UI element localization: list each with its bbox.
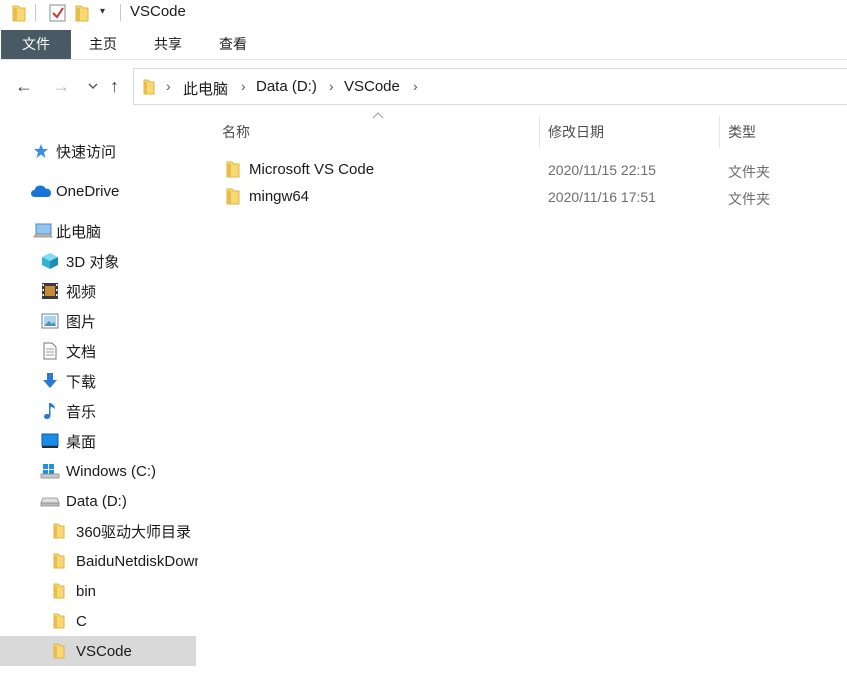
drive-icon: [40, 495, 60, 507]
cube-icon: [41, 252, 59, 270]
sidebar-item-label: VSCode: [76, 642, 132, 660]
forward-arrow-icon[interactable]: →: [52, 76, 70, 97]
desktop-icon: [41, 433, 59, 449]
breadcrumb-data-drive[interactable]: Data (D:): [256, 78, 317, 95]
customize-toolbar-dropdown-icon[interactable]: ▾: [100, 6, 105, 17]
new-folder-icon[interactable]: [75, 4, 89, 25]
breadcrumb-vscode[interactable]: VSCode: [344, 78, 400, 95]
folder-icon: [53, 583, 65, 599]
title-bar: ▾ VSCode: [0, 0, 847, 26]
back-arrow-icon[interactable]: ←: [15, 76, 33, 97]
file-type: 文件夹: [728, 191, 770, 207]
up-arrow-icon[interactable]: ↑: [110, 76, 119, 97]
sidebar-item-folder-c[interactable]: C: [0, 606, 198, 636]
sidebar-item-3d-objects[interactable]: 3D 对象: [0, 246, 198, 276]
column-header-date-modified[interactable]: 修改日期: [548, 116, 604, 148]
window-title: VSCode: [130, 3, 186, 20]
sidebar-item-folder-baidu[interactable]: BaiduNetdiskDownload: [0, 546, 198, 576]
sidebar-item-folder-vscode[interactable]: VSCode: [0, 636, 196, 666]
folder-icon: [53, 523, 65, 539]
file-name: Microsoft VS Code: [249, 161, 375, 178]
sidebar-item-downloads[interactable]: 下载: [0, 366, 198, 396]
sidebar-item-folder-360[interactable]: 360驱动大师目录: [0, 516, 198, 546]
windows-drive-icon: [40, 463, 60, 479]
column-header-name[interactable]: 名称: [222, 116, 250, 148]
tab-home[interactable]: 主页: [78, 30, 128, 59]
folder-icon[interactable]: [12, 4, 26, 25]
sort-ascending-icon: [372, 112, 384, 123]
file-date-modified: 2020/11/16 17:51: [548, 189, 656, 205]
sidebar-item-data-d[interactable]: Data (D:): [0, 486, 198, 516]
sidebar-item-label: BaiduNetdiskDownload: [76, 552, 198, 570]
toolbar-divider: [35, 4, 36, 21]
file-date-modified: 2020/11/15 22:15: [548, 162, 656, 178]
sidebar-item-this-pc[interactable]: 此电脑: [0, 216, 198, 246]
download-icon: [42, 372, 58, 390]
folder-icon: [226, 161, 240, 182]
column-divider[interactable]: [539, 116, 540, 148]
picture-icon: [41, 313, 59, 329]
sidebar-item-label: 快速访问: [56, 143, 117, 161]
sidebar-item-pictures[interactable]: 图片: [0, 306, 198, 336]
tab-file[interactable]: 文件: [1, 30, 71, 59]
computer-icon: [33, 223, 53, 239]
cloud-icon: [30, 184, 52, 198]
breadcrumb-separator-icon[interactable]: ›: [166, 78, 171, 94]
folder-icon: [53, 613, 65, 629]
sidebar-item-quick-access[interactable]: 快速访问: [0, 136, 198, 166]
address-bar[interactable]: › 此电脑 › Data (D:) › VSCode ›: [133, 68, 847, 105]
sidebar-item-label: 桌面: [66, 433, 97, 451]
file-row[interactable]: Microsoft VS Code 2020/11/15 22:15 文件夹: [222, 157, 847, 183]
sidebar-item-label: 图片: [66, 313, 97, 331]
sidebar-item-folder-bin[interactable]: bin: [0, 576, 198, 606]
navigation-pane: 快速访问 OneDrive 此电脑 3D 对象 视频 图片 文档 下载 音乐 桌…: [0, 116, 198, 674]
sidebar-item-label: Windows (C:): [66, 462, 157, 480]
sidebar-item-label: 文档: [66, 343, 97, 361]
sidebar-item-label: Data (D:): [66, 492, 127, 510]
sidebar-item-label: 音乐: [66, 403, 97, 421]
sidebar-item-windows-c[interactable]: Windows (C:): [0, 456, 198, 486]
properties-checkmark-icon[interactable]: [49, 3, 67, 25]
column-header-type[interactable]: 类型: [728, 116, 756, 148]
music-note-icon: [43, 402, 57, 420]
sidebar-item-label: 3D 对象: [66, 253, 120, 271]
file-row[interactable]: mingw64 2020/11/16 17:51 文件夹: [222, 184, 847, 210]
sidebar-item-label: 此电脑: [56, 223, 102, 241]
breadcrumb-separator-icon[interactable]: ›: [413, 78, 418, 94]
sidebar-item-videos[interactable]: 视频: [0, 276, 198, 306]
sidebar-item-label: OneDrive: [56, 182, 120, 200]
star-icon: [33, 143, 49, 159]
folder-icon: [226, 188, 240, 209]
folder-icon: [53, 553, 65, 569]
sidebar-item-label: 视频: [66, 283, 97, 301]
file-type: 文件夹: [728, 164, 770, 180]
recent-locations-chevron-icon[interactable]: [88, 79, 98, 93]
sidebar-item-label: 360驱动大师目录: [76, 523, 192, 541]
breadcrumb-separator-icon[interactable]: ›: [241, 78, 246, 94]
sidebar-item-label: C: [76, 612, 87, 630]
ribbon-tabs: 文件 主页 共享 查看: [0, 30, 847, 60]
breadcrumb-separator-icon[interactable]: ›: [329, 78, 334, 94]
toolbar-divider: [120, 4, 121, 21]
tab-view[interactable]: 查看: [208, 30, 258, 59]
document-icon: [43, 342, 57, 360]
sidebar-item-music[interactable]: 音乐: [0, 396, 198, 426]
sidebar-item-desktop[interactable]: 桌面: [0, 426, 198, 456]
column-divider[interactable]: [719, 116, 720, 148]
file-name: mingw64: [249, 188, 310, 205]
video-icon: [41, 282, 59, 300]
breadcrumb-this-pc[interactable]: 此电脑: [183, 78, 228, 99]
sidebar-item-documents[interactable]: 文档: [0, 336, 198, 366]
sidebar-item-onedrive[interactable]: OneDrive: [0, 176, 198, 206]
folder-icon: [53, 643, 65, 659]
tab-share[interactable]: 共享: [143, 30, 193, 59]
sidebar-item-label: bin: [76, 582, 97, 600]
sidebar-item-label: 下载: [66, 373, 97, 391]
folder-icon: [143, 79, 155, 98]
